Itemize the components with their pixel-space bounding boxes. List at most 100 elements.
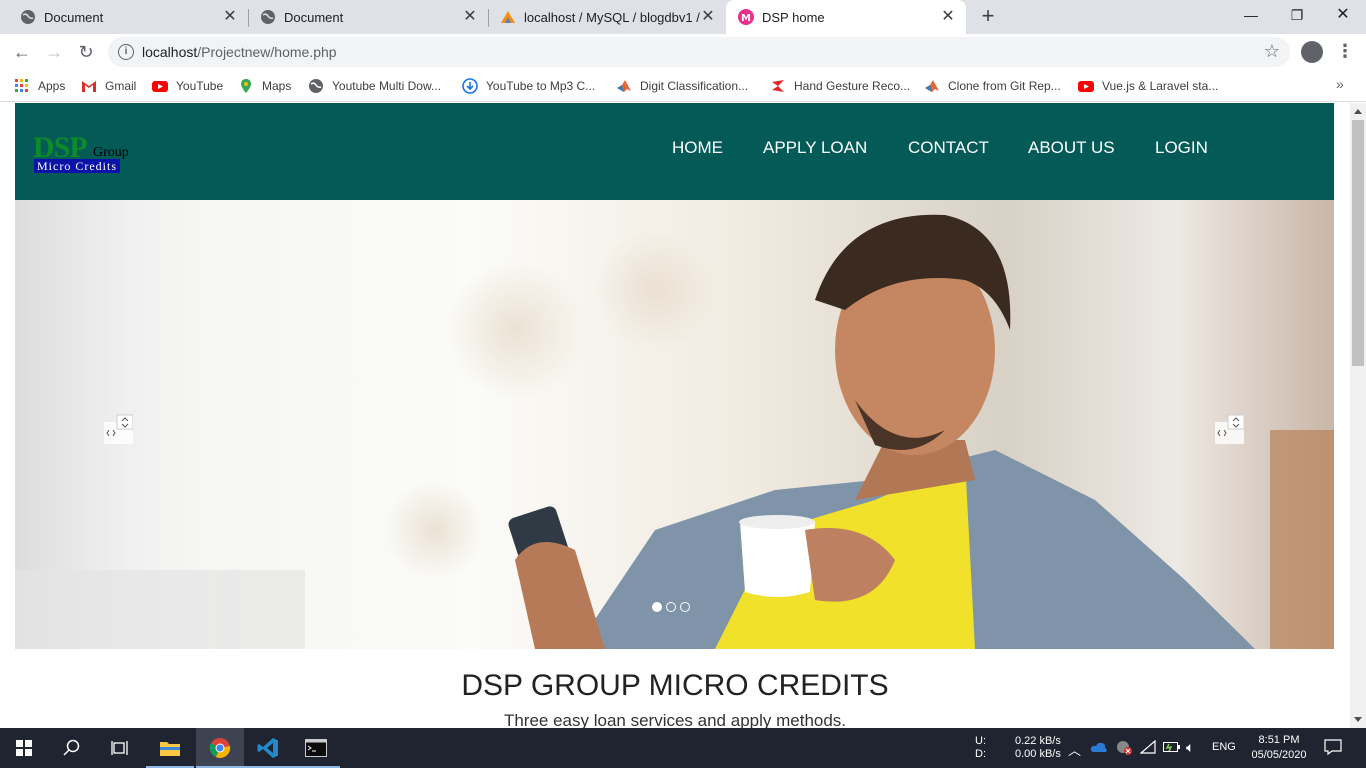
address-bar[interactable]: i localhost/Projectnew/home.php ☆: [108, 37, 1290, 67]
forward-button[interactable]: →: [42, 40, 66, 64]
bookmark-label: Youtube Multi Dow...: [332, 79, 441, 93]
profile-avatar-icon[interactable]: [1301, 41, 1323, 63]
nav-about-us[interactable]: ABOUT US: [1028, 138, 1115, 158]
download-cloud-icon: [462, 78, 478, 94]
search-button[interactable]: [48, 728, 96, 768]
dsp-favicon: M: [738, 9, 754, 25]
clock-date: 05/05/2020: [1251, 749, 1307, 761]
menu-kebab-icon[interactable]: ⋮: [1336, 41, 1354, 62]
tab-document-1[interactable]: Document ✕: [8, 0, 248, 34]
nav-apply-loan[interactable]: APPLY LOAN: [763, 138, 867, 158]
new-tab-button[interactable]: +: [976, 5, 1000, 29]
show-hidden-icons-chevron[interactable]: ︿: [1068, 740, 1081, 780]
hero-carousel: [15, 200, 1334, 649]
gmail-icon: [82, 81, 96, 92]
upload-label: U:: [975, 735, 986, 747]
bookmark-youtube-mp3[interactable]: YouTube to Mp3 C...: [462, 76, 595, 96]
close-tab-icon[interactable]: ✕: [940, 9, 956, 25]
net-speed-labels: U: D:: [975, 735, 986, 775]
language-indicator[interactable]: ENG: [1212, 741, 1236, 781]
bookmark-maps[interactable]: Maps: [238, 76, 291, 96]
clock-time: 8:51 PM: [1258, 734, 1300, 746]
tab-phpmyadmin[interactable]: localhost / MySQL / blogdbv1 / p ✕: [488, 0, 726, 34]
tab-document-2[interactable]: Document ✕: [248, 0, 488, 34]
section-subtitle: Three easy loan services and apply metho…: [503, 711, 847, 728]
download-speed: 0.00 kB/s: [1015, 748, 1061, 760]
bookmark-label: YouTube: [176, 79, 224, 93]
task-view-button[interactable]: [96, 728, 144, 768]
close-tab-icon[interactable]: ✕: [462, 9, 478, 25]
close-window-button[interactable]: ✕: [1320, 0, 1366, 30]
tab-dsp-home[interactable]: M DSP home ✕: [726, 0, 966, 34]
notifications-icon[interactable]: [1324, 739, 1342, 779]
back-button[interactable]: ←: [10, 40, 34, 64]
minimize-button[interactable]: —: [1228, 0, 1274, 30]
tab-strip: Document ✕ Document ✕ localhost / MySQL …: [0, 0, 1366, 34]
svg-text:M: M: [741, 13, 751, 24]
onedrive-icon[interactable]: [1090, 741, 1108, 781]
bookmark-clone-git[interactable]: Clone from Git Rep...: [924, 76, 1061, 96]
bookmark-label: Maps: [262, 79, 292, 93]
scroll-up-icon[interactable]: [1354, 109, 1362, 114]
nav-home[interactable]: HOME: [672, 138, 723, 158]
task-view-icon: [111, 741, 128, 755]
carousel-next-icon: [1215, 414, 1245, 444]
start-button[interactable]: [0, 728, 48, 768]
bookmark-youtube-multi[interactable]: Youtube Multi Dow...: [308, 76, 441, 96]
carousel-dot-3[interactable]: [680, 602, 690, 612]
tab-title: localhost / MySQL / blogdbv1 / p: [524, 9, 700, 25]
file-explorer-button[interactable]: [146, 728, 194, 768]
site-logo[interactable]: DSP Group Micro Credits: [33, 131, 143, 175]
bookmark-youtube[interactable]: YouTube: [152, 76, 223, 96]
vscode-taskbar-button[interactable]: [244, 728, 292, 768]
reload-button[interactable]: ↻: [74, 40, 98, 64]
info-icon[interactable]: i: [118, 44, 134, 60]
globe-icon: [261, 10, 275, 24]
bookmark-label: Digit Classification...: [640, 79, 749, 93]
bookmark-digit-classification[interactable]: Digit Classification...: [616, 76, 748, 96]
volume-icon[interactable]: 🔈︎: [1186, 739, 1194, 779]
globe-icon: [21, 10, 35, 24]
page-scrollbar[interactable]: [1350, 103, 1366, 728]
windows-taskbar: U: D: 0.22 kB/s 0.00 kB/s ︿ 🔈︎ ENG 8:51 …: [0, 728, 1366, 768]
bookmark-label: Vue.js & Laravel sta...: [1102, 79, 1219, 93]
bookmark-vue-laravel[interactable]: Vue.js & Laravel sta...: [1078, 76, 1218, 96]
scroll-down-icon[interactable]: [1354, 717, 1362, 722]
section-title: DSP GROUP MICRO CREDITS: [461, 669, 889, 702]
upload-speed: 0.22 kB/s: [1015, 735, 1061, 747]
close-tab-icon[interactable]: ✕: [700, 9, 716, 25]
logo-sub-text: Micro Credits: [34, 159, 120, 173]
scrollbar-thumb[interactable]: [1352, 120, 1364, 366]
terminal-icon: [305, 739, 327, 757]
vpn-error-icon[interactable]: [1115, 740, 1133, 780]
vscode-icon: [257, 738, 278, 758]
wifi-icon[interactable]: [1139, 739, 1156, 780]
bookmark-label: YouTube to Mp3 C...: [486, 79, 596, 93]
carousel-dot-2[interactable]: [666, 602, 676, 612]
clock[interactable]: 8:51 PM 05/05/2020: [1248, 733, 1310, 773]
url-text[interactable]: localhost/Projectnew/home.php: [142, 44, 337, 60]
carousel-next-button[interactable]: [1214, 414, 1245, 444]
close-tab-icon[interactable]: ✕: [222, 9, 238, 25]
restore-button[interactable]: ❐: [1274, 0, 1320, 30]
carousel-indicators: [652, 602, 690, 612]
battery-icon[interactable]: [1163, 741, 1181, 781]
matlab-icon: [617, 80, 631, 92]
bookmarks-overflow-icon[interactable]: »: [1336, 76, 1344, 92]
bookmark-gmail[interactable]: Gmail: [81, 76, 136, 96]
youtube-icon: [152, 81, 168, 92]
chrome-icon: [209, 738, 231, 758]
nav-contact[interactable]: CONTACT: [908, 138, 989, 158]
nav-login[interactable]: LOGIN: [1155, 138, 1208, 158]
carousel-dot-1[interactable]: [652, 602, 662, 612]
terminal-taskbar-button[interactable]: [292, 728, 340, 768]
bookmark-hand-gesture[interactable]: Hand Gesture Reco...: [770, 76, 910, 96]
hero-photo-image: [15, 200, 1334, 649]
bookmark-label: Clone from Git Rep...: [948, 79, 1061, 93]
bookmark-star-icon[interactable]: ☆: [1264, 41, 1280, 62]
carousel-prev-button[interactable]: [103, 414, 134, 444]
bookmark-apps[interactable]: Apps: [14, 76, 65, 96]
chrome-taskbar-button[interactable]: [196, 728, 244, 768]
site-header: DSP Group Micro Credits HOME APPLY LOAN …: [15, 103, 1334, 200]
browser-toolbar: ← → ↻ i localhost/Projectnew/home.php ☆ …: [0, 34, 1366, 70]
